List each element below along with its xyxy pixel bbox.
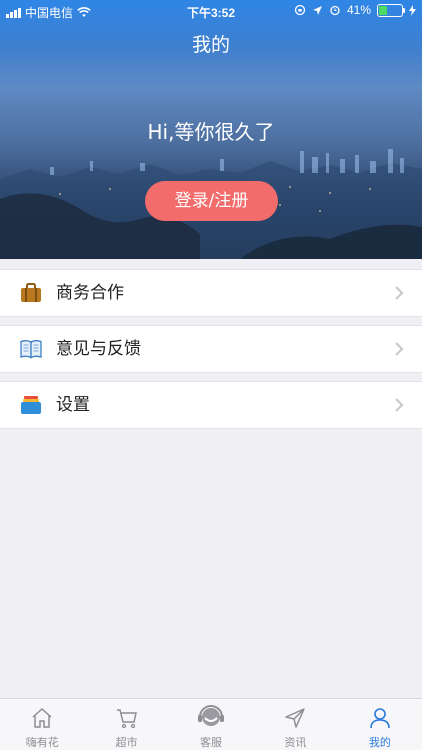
login-register-button[interactable]: 登录/注册 (145, 181, 278, 221)
tab-news[interactable]: 资讯 (253, 699, 337, 750)
greeting-text: Hi,等你很久了 (147, 120, 275, 144)
battery-icon (377, 3, 405, 17)
battery-percent: 41% (346, 3, 371, 17)
alarm-icon (330, 5, 340, 16)
tab-label: 超市 (115, 736, 138, 749)
location-icon (312, 5, 322, 15)
menu-item-business[interactable]: 商务合作 (0, 269, 422, 317)
menu-item-label: 意见与反馈 (56, 339, 141, 359)
book-icon (20, 340, 42, 359)
briefcase-icon (21, 283, 41, 302)
chevron-right-icon (395, 286, 404, 300)
user-icon (370, 708, 390, 729)
status-bar: 中国电信 下午3:52 41% (0, 0, 422, 22)
tab-label: 资讯 (284, 736, 307, 749)
page-title: 我的 (191, 34, 230, 56)
tab-bar: 嗨有花 超市 客服 资讯 我的 (0, 698, 422, 750)
tab-label: 客服 (200, 736, 223, 749)
tab-home[interactable]: 嗨有花 (0, 699, 84, 750)
send-icon (285, 708, 306, 728)
tab-label: 嗨有花 (25, 736, 59, 749)
tab-label: 我的 (368, 736, 391, 749)
cart-icon (116, 709, 137, 729)
orientation-lock-icon (294, 4, 306, 16)
profile-header: 中国电信 下午3:52 41% 我的 Hi,等你很久了 登录/注册 (0, 0, 422, 259)
chevron-right-icon (395, 342, 404, 356)
tab-market[interactable]: 超市 (84, 699, 168, 750)
tab-mine[interactable]: 我的 (338, 699, 422, 750)
menu-item-label: 设置 (56, 395, 90, 415)
charging-icon (409, 4, 416, 16)
headset-icon (198, 705, 225, 726)
menu-item-label: 商务合作 (56, 283, 124, 303)
home-icon (32, 707, 52, 728)
tab-service[interactable]: 客服 (169, 699, 253, 750)
chevron-right-icon (395, 398, 404, 412)
menu-item-feedback[interactable]: 意见与反馈 (0, 325, 422, 373)
menu-item-settings[interactable]: 设置 (0, 381, 422, 429)
settings-folder-icon (21, 396, 41, 414)
